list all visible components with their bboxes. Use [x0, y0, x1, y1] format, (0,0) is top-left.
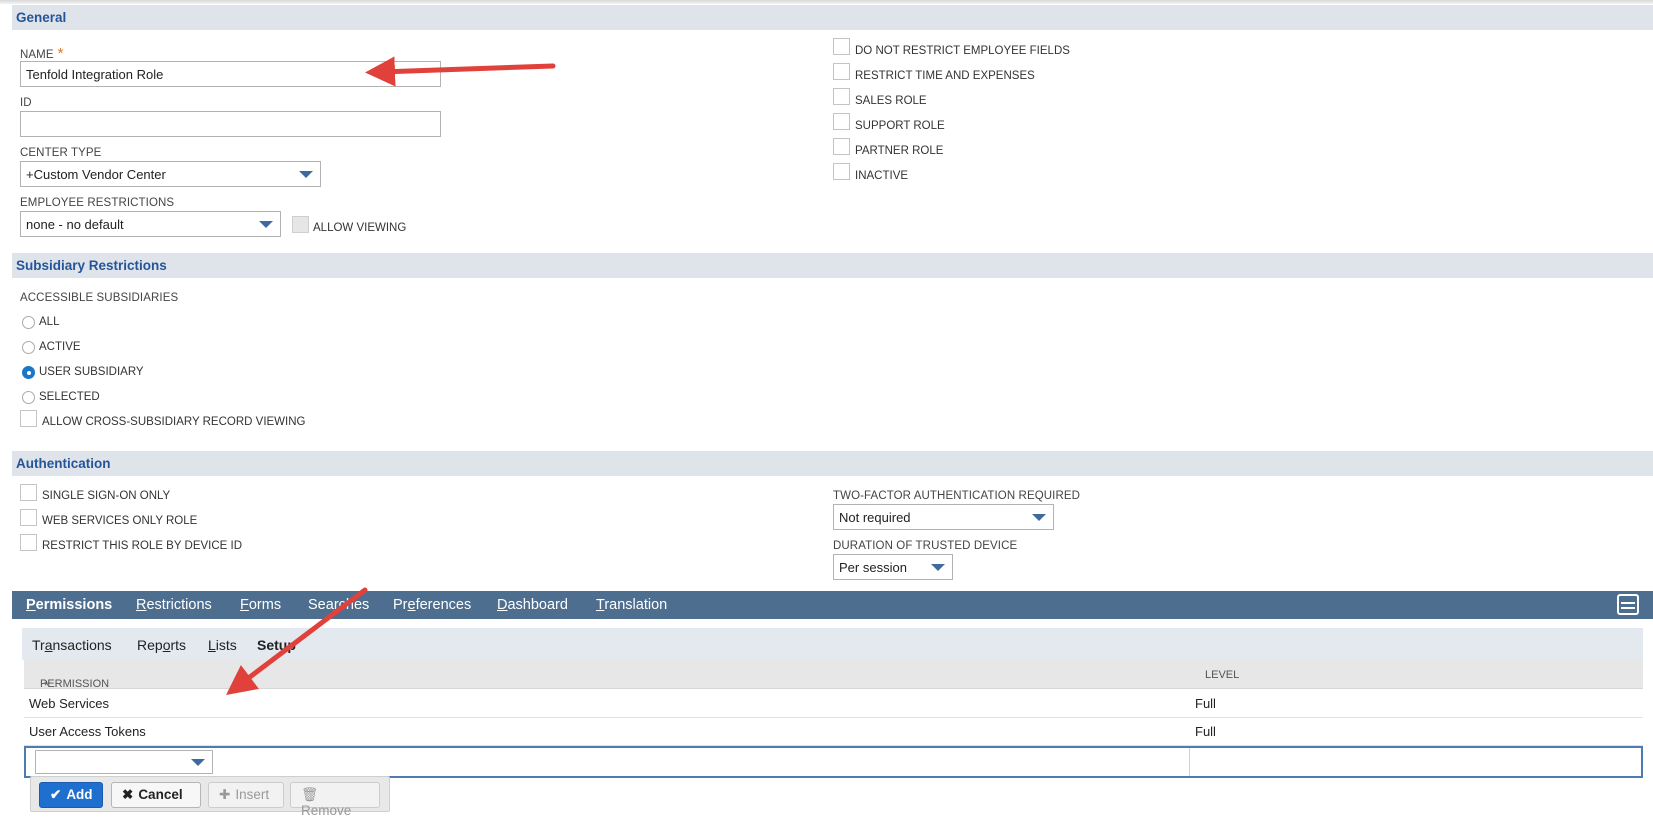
radio-all[interactable] — [22, 316, 35, 329]
chevron-down-icon — [1032, 514, 1046, 521]
partner-role-label: PARTNER ROLE — [855, 145, 944, 157]
chevron-down-icon — [931, 564, 945, 571]
support-role-checkbox[interactable] — [833, 113, 850, 130]
two-factor-select[interactable]: Not required — [833, 504, 1054, 530]
partner-role-checkbox[interactable] — [833, 138, 850, 155]
id-label: ID — [20, 97, 32, 109]
plus-icon: ✚ — [219, 787, 231, 802]
tab-searches[interactable]: Searches — [308, 597, 369, 613]
tab-dashboard[interactable]: Dashboard — [497, 597, 568, 613]
new-permission-row — [24, 746, 1643, 778]
two-factor-label: TWO-FACTOR AUTHENTICATION REQUIRED — [833, 490, 1081, 502]
check-icon: ✔ — [50, 787, 62, 802]
add-button[interactable]: ✔ Add — [39, 782, 103, 808]
employee-restrictions-label: EMPLOYEE RESTRICTIONS — [20, 197, 175, 209]
insert-button-label: Insert — [235, 787, 270, 802]
do-not-restrict-employee-fields-checkbox[interactable] — [833, 38, 850, 55]
add-button-label: Add — [66, 787, 93, 802]
accessible-subsidiaries-label: ACCESSIBLE SUBSIDIARIES — [20, 292, 179, 304]
section-authentication-header[interactable]: Authentication — [12, 451, 1653, 476]
restrict-time-expenses-checkbox[interactable] — [833, 63, 850, 80]
name-label: NAME * — [20, 45, 64, 62]
column-level[interactable]: LEVEL — [1205, 669, 1239, 681]
allow-cross-subsidiary-checkbox[interactable] — [20, 410, 37, 427]
required-asterisk: * — [57, 45, 64, 62]
section-subsidiary-header[interactable]: Subsidiary Restrictions — [12, 253, 1653, 278]
subrecord-tab-bar: Permissions Restrictions Forms Searches … — [12, 591, 1653, 619]
layout-toggle-icon[interactable] — [1617, 594, 1639, 615]
id-input[interactable] — [20, 111, 441, 137]
trusted-device-duration-value: Per session — [839, 560, 907, 575]
radio-selected-label: SELECTED — [39, 391, 100, 403]
column-divider — [1189, 748, 1190, 776]
cancel-button[interactable]: ✖ Cancel — [111, 782, 201, 808]
inactive-checkbox[interactable] — [833, 163, 850, 180]
close-icon: ✖ — [122, 787, 134, 802]
sales-role-checkbox[interactable] — [833, 88, 850, 105]
trusted-device-duration-label: DURATION OF TRUSTED DEVICE — [833, 540, 1018, 552]
tab-preferences[interactable]: Preferences — [393, 597, 471, 613]
inactive-label: INACTIVE — [855, 170, 909, 182]
insert-button[interactable]: ✚ Insert — [208, 782, 284, 808]
web-services-only-label: WEB SERVICES ONLY ROLE — [42, 515, 198, 527]
radio-user-subsidiary[interactable] — [22, 366, 35, 379]
center-type-label: CENTER TYPE — [20, 147, 102, 159]
section-general-header[interactable]: General — [12, 5, 1653, 30]
allow-viewing-checkbox[interactable] — [292, 216, 309, 233]
permission-cell: Web Services — [29, 696, 109, 711]
support-role-label: SUPPORT ROLE — [855, 120, 945, 132]
chevron-down-icon — [299, 171, 313, 178]
permissions-subtab-bar: Transactions Reports Lists Setup — [22, 628, 1643, 660]
do-not-restrict-employee-fields-label: DO NOT RESTRICT EMPLOYEE FIELDS — [855, 45, 1070, 57]
center-type-select[interactable]: +Custom Vendor Center — [20, 161, 321, 187]
restrict-device-id-label: RESTRICT THIS ROLE BY DEVICE ID — [42, 540, 243, 552]
subtab-reports[interactable]: Reports — [137, 637, 186, 653]
table-row[interactable]: Web Services Full — [24, 690, 1643, 718]
level-cell: Full — [1195, 696, 1216, 711]
table-row[interactable]: User Access Tokens Full — [24, 718, 1643, 746]
single-sign-on-label: SINGLE SIGN-ON ONLY — [42, 490, 171, 502]
single-sign-on-checkbox[interactable] — [20, 484, 37, 501]
remove-button-label: Remove — [301, 803, 352, 818]
radio-active[interactable] — [22, 341, 35, 354]
row-action-buttons: ✔ Add ✖ Cancel ✚ Insert 🗑Remove — [30, 776, 390, 818]
trusted-device-duration-select[interactable]: Per session — [833, 554, 953, 580]
tab-translation[interactable]: Translation — [596, 597, 667, 613]
two-factor-value: Not required — [839, 510, 911, 525]
top-border — [0, 0, 1653, 4]
level-cell: Full — [1195, 724, 1216, 739]
chevron-down-icon — [191, 759, 205, 766]
allow-viewing-label: ALLOW VIEWING — [313, 222, 407, 234]
subtab-lists[interactable]: Lists — [208, 637, 237, 653]
restrict-time-expenses-label: RESTRICT TIME AND EXPENSES — [855, 70, 1035, 82]
trash-icon: 🗑 — [301, 787, 319, 802]
section-subsidiary-title: Subsidiary Restrictions — [16, 258, 167, 273]
cancel-button-label: Cancel — [138, 787, 183, 802]
radio-selected[interactable] — [22, 391, 35, 404]
remove-button[interactable]: 🗑Remove — [290, 782, 380, 818]
section-general-title: General — [16, 10, 67, 25]
employee-restrictions-select[interactable]: none - no default — [20, 211, 281, 237]
subtab-transactions[interactable]: Transactions — [32, 637, 112, 653]
tab-forms[interactable]: Forms — [240, 597, 281, 613]
web-services-only-checkbox[interactable] — [20, 509, 37, 526]
employee-restrictions-value: none - no default — [26, 217, 124, 232]
section-authentication-title: Authentication — [16, 456, 111, 471]
tab-restrictions[interactable]: Restrictions — [136, 597, 212, 613]
chevron-down-icon — [259, 221, 273, 228]
sales-role-label: SALES ROLE — [855, 95, 927, 107]
subtab-setup[interactable]: Setup — [257, 637, 296, 653]
radio-all-label: ALL — [39, 316, 60, 328]
permission-select[interactable] — [35, 750, 213, 774]
radio-active-label: ACTIVE — [39, 341, 81, 353]
restrict-device-id-checkbox[interactable] — [20, 534, 37, 551]
name-input[interactable]: Tenfold Integration Role — [20, 61, 441, 87]
center-type-value: +Custom Vendor Center — [26, 167, 166, 182]
permissions-table-header: PERMISSION * LEVEL — [24, 660, 1643, 693]
allow-cross-subsidiary-label: ALLOW CROSS-SUBSIDIARY RECORD VIEWING — [42, 416, 306, 428]
tab-permissions[interactable]: Permissions — [26, 597, 112, 613]
radio-user-subsidiary-label: USER SUBSIDIARY — [39, 366, 144, 378]
permission-cell: User Access Tokens — [29, 724, 146, 739]
